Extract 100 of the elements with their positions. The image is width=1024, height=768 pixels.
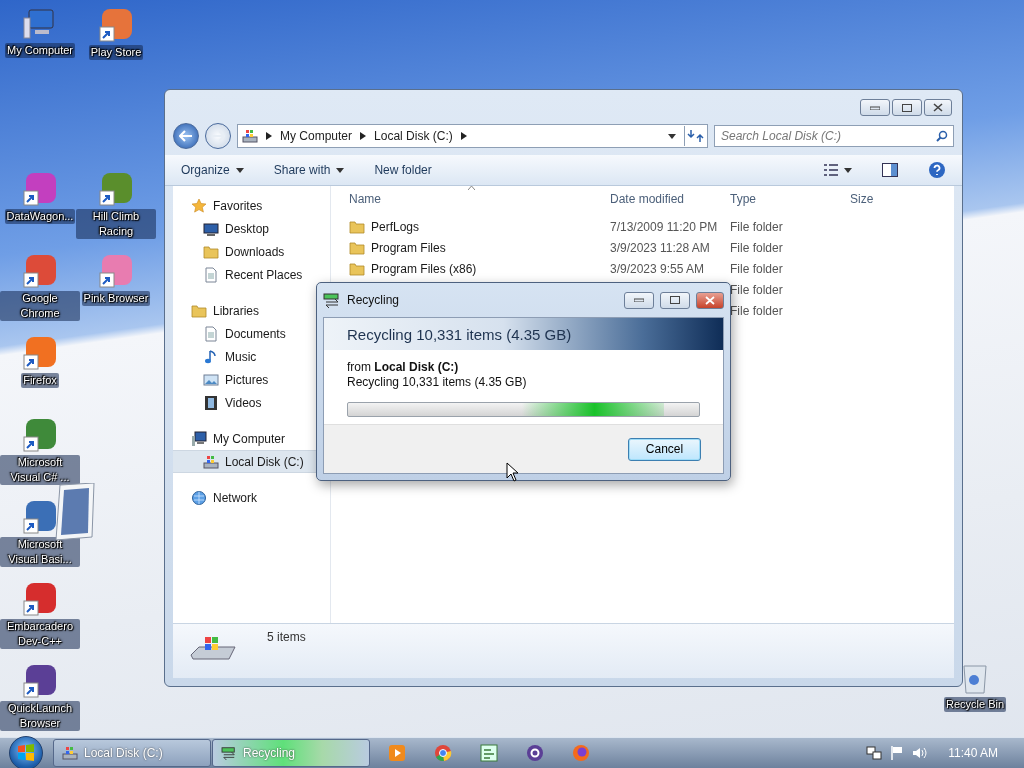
nav-item[interactable]: Favorites bbox=[173, 194, 330, 217]
drive-icon bbox=[62, 745, 78, 761]
browser-button[interactable] bbox=[524, 742, 546, 764]
toolbar-button[interactable]: Organize bbox=[181, 163, 244, 177]
view-options-button[interactable] bbox=[824, 164, 852, 176]
cancel-button[interactable]: Cancel bbox=[628, 437, 701, 461]
nav-item[interactable]: Recent Places bbox=[173, 263, 330, 286]
recycle-icon bbox=[221, 746, 237, 760]
date-cell-text: 7/13/2009 11:20 PM bbox=[610, 219, 719, 234]
app-shortcut-icon bbox=[99, 254, 133, 288]
folder-icon bbox=[203, 243, 219, 260]
document-icon bbox=[203, 325, 219, 342]
type-cell-text: File folder bbox=[730, 303, 784, 318]
browser-icon bbox=[434, 744, 452, 762]
minimize-button[interactable] bbox=[624, 291, 654, 309]
nav-item[interactable]: Downloads bbox=[173, 240, 330, 263]
nav-item[interactable]: Documents bbox=[173, 322, 330, 345]
nav-item[interactable]: My Computer bbox=[173, 427, 330, 450]
desktop-icon-label[interactable]: Play Store bbox=[88, 45, 144, 60]
nav-item[interactable]: Libraries bbox=[173, 299, 330, 322]
flag-icon[interactable] bbox=[890, 745, 905, 761]
desktop-icon-label[interactable]: Embarcadero Dev-C++ bbox=[0, 619, 80, 649]
type-cell-text: File folder bbox=[730, 219, 784, 234]
file-name[interactable]: Program Files bbox=[349, 239, 610, 256]
preview-pane-button[interactable] bbox=[882, 163, 898, 177]
back-arrow-icon bbox=[179, 130, 193, 142]
nav-item[interactable]: Network bbox=[173, 486, 330, 509]
maximize-button[interactable] bbox=[660, 291, 690, 309]
desktop-icon-label[interactable]: Microsoft Visual C# ... bbox=[0, 455, 80, 485]
speaker-icon[interactable] bbox=[912, 745, 929, 761]
minimize-button[interactable] bbox=[860, 99, 890, 116]
desktop-icon-label[interactable]: Google Chrome bbox=[0, 291, 80, 321]
globe-icon bbox=[191, 489, 207, 506]
file-name[interactable]: Program Files (x86) bbox=[349, 260, 610, 277]
app-shortcut-icon bbox=[99, 8, 133, 42]
picture-icon bbox=[203, 371, 219, 388]
folder-icon bbox=[349, 260, 365, 277]
folder-icon bbox=[349, 239, 365, 256]
visual-studio-button[interactable] bbox=[478, 742, 500, 764]
computer-icon bbox=[23, 8, 57, 40]
toolbar-button[interactable]: Share with bbox=[273, 163, 345, 177]
desktop-icon-label[interactable]: DataWagon... bbox=[4, 209, 76, 224]
type-cell-text: File folder bbox=[730, 261, 784, 276]
firefox-button[interactable] bbox=[570, 742, 592, 764]
column-header[interactable]: Name bbox=[349, 192, 610, 206]
fox-globe-icon bbox=[572, 744, 590, 762]
nav-item[interactable]: Videos bbox=[173, 391, 330, 414]
computer-icon bbox=[191, 430, 207, 447]
music-note-icon bbox=[203, 348, 219, 365]
column-header[interactable]: Type bbox=[730, 192, 850, 206]
monitor-icon bbox=[203, 220, 219, 237]
start-button[interactable] bbox=[9, 736, 43, 768]
app-shortcut-icon bbox=[23, 172, 57, 206]
maximize-button[interactable] bbox=[892, 99, 922, 116]
minimize-icon bbox=[634, 298, 644, 302]
app-shortcut-icon bbox=[23, 418, 57, 452]
ring-icon bbox=[526, 744, 544, 762]
nav-item[interactable]: Music bbox=[173, 345, 330, 368]
arrow-icon bbox=[360, 132, 367, 140]
desktop-icon-label[interactable]: Pink Browser bbox=[81, 291, 151, 306]
window-thumbnail-drawing bbox=[54, 483, 96, 541]
desktop-icon-label[interactable]: My Computer bbox=[5, 43, 75, 58]
desktop-icon-label[interactable]: QuickLaunch Browser bbox=[0, 701, 80, 731]
app-shortcut-icon bbox=[99, 172, 133, 206]
chrome-button[interactable] bbox=[432, 742, 454, 764]
desktop-icon-label[interactable]: Microsoft Visual Basi... bbox=[0, 537, 80, 567]
forward-button[interactable] bbox=[205, 123, 231, 149]
star-icon bbox=[191, 197, 207, 214]
desktop-icon-label[interactable]: Firefox bbox=[21, 373, 59, 388]
desktop-icon-label[interactable]: Hill Climb Racing bbox=[76, 209, 156, 239]
item-count: 5 items bbox=[267, 630, 306, 644]
close-button[interactable] bbox=[696, 291, 724, 309]
network-icon[interactable] bbox=[866, 745, 883, 761]
app-shortcut-icon bbox=[23, 582, 57, 616]
dialog-title: Recycling bbox=[347, 293, 401, 307]
media-player-button[interactable] bbox=[386, 742, 408, 764]
drive-icon bbox=[203, 453, 219, 470]
column-header[interactable]: Size bbox=[850, 192, 930, 206]
app-shortcut-icon bbox=[23, 500, 57, 534]
toolbar-button[interactable]: New folder bbox=[374, 163, 432, 177]
date-cell-text: 3/9/2023 11:28 AM bbox=[610, 240, 711, 255]
nav-item[interactable]: Pictures bbox=[173, 368, 330, 391]
preview-pane-icon bbox=[882, 163, 898, 177]
breadcrumb-item[interactable]: Local Disk (C:) bbox=[374, 129, 453, 143]
trash-bin-icon bbox=[961, 662, 989, 694]
breadcrumb-item[interactable]: My Computer bbox=[280, 129, 353, 143]
search-field[interactable]: Search Local Disk (C:) bbox=[714, 125, 954, 147]
column-header[interactable]: Date modified bbox=[610, 192, 730, 206]
minimize-icon bbox=[870, 105, 880, 110]
app-shortcut-icon bbox=[23, 664, 57, 698]
app-shortcut-icon bbox=[23, 336, 57, 370]
file-name[interactable]: PerfLogs bbox=[349, 218, 610, 235]
nav-item[interactable]: Desktop bbox=[173, 217, 330, 240]
folder-icon bbox=[191, 302, 207, 319]
back-button[interactable] bbox=[173, 123, 199, 149]
desktop-icon-label[interactable]: Recycle Bin bbox=[943, 697, 1007, 712]
close-button[interactable] bbox=[924, 99, 952, 116]
arrow-icon bbox=[460, 132, 467, 140]
help-button[interactable] bbox=[928, 161, 946, 179]
search-icon bbox=[936, 130, 948, 142]
